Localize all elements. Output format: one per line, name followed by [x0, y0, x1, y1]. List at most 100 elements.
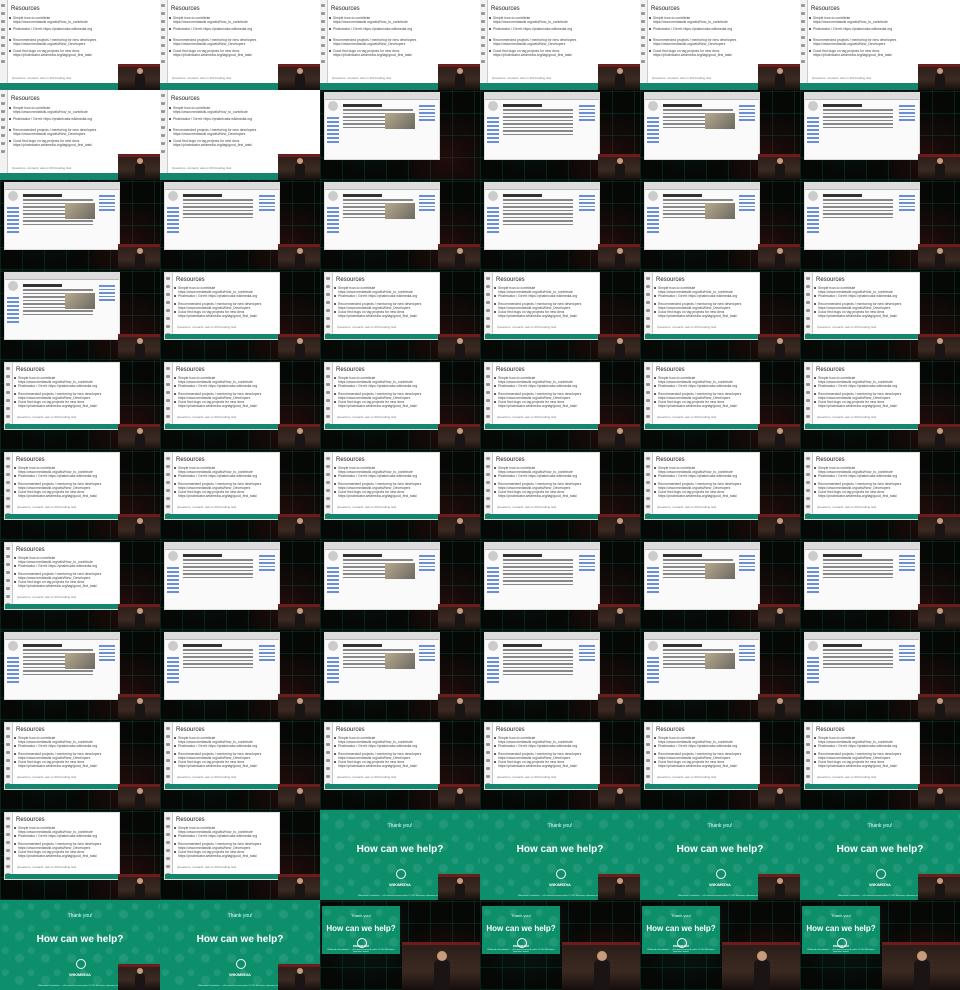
video-frame-thumbnail[interactable]	[320, 540, 480, 630]
video-frame-thumbnail[interactable]: Resources Simple how-to contribute https:…	[800, 720, 960, 810]
video-frame-thumbnail[interactable]: Resources Simple how-to contribute https:…	[0, 90, 160, 180]
presenter-figure	[775, 698, 785, 720]
video-frame-thumbnail[interactable]: Resources Simple how-to contribute https:…	[480, 0, 640, 90]
video-frame-thumbnail[interactable]	[0, 630, 160, 720]
video-frame-thumbnail[interactable]: Resources Simple how-to contribute https:…	[160, 0, 320, 90]
video-frame-thumbnail[interactable]: Resources Simple how-to contribute https:…	[0, 0, 160, 90]
slide-title: Resources	[336, 727, 365, 733]
resource-bullet: Phabricator / Gerrit: https://phabricato…	[169, 27, 268, 31]
thumb-icon	[326, 309, 330, 312]
video-frame-thumbnail[interactable]	[480, 540, 640, 630]
video-frame-thumbnail[interactable]: Resources Simple how-to contribute https:…	[800, 450, 960, 540]
video-frame-thumbnail[interactable]: Resources Simple how-to contribute https:…	[640, 450, 800, 540]
thumb-icon	[486, 309, 490, 312]
video-frame-thumbnail[interactable]: Resources Simple how-to contribute https:…	[320, 360, 480, 450]
text-line	[823, 569, 893, 571]
video-frame-thumbnail[interactable]: Resources Simple how-to contribute https:…	[800, 270, 960, 360]
video-frame-thumbnail[interactable]	[480, 180, 640, 270]
presenter-video-inset	[598, 874, 640, 900]
video-frame-thumbnail[interactable]: Resources Simple how-to contribute https:…	[320, 0, 480, 90]
resource-bullet: Phabricator / Gerrit: https://phabricato…	[334, 474, 433, 478]
video-frame-thumbnail[interactable]: Thank you! How can we help? WIKIMEDIA Wikim…	[480, 810, 640, 900]
video-frame-thumbnail[interactable]: Resources Simple how-to contribute https:…	[160, 360, 320, 450]
video-frame-thumbnail[interactable]	[160, 540, 320, 630]
video-frame-thumbnail[interactable]	[800, 540, 960, 630]
video-frame-thumbnail[interactable]: Resources Simple how-to contribute https:…	[320, 450, 480, 540]
video-frame-thumbnail[interactable]	[800, 90, 960, 180]
video-frame-thumbnail[interactable]: Thank you! How can we help? WIKIMEDIA Wikim…	[640, 810, 800, 900]
video-frame-thumbnail[interactable]: Resources Simple how-to contribute https:…	[320, 270, 480, 360]
slide-footer-text: Questions, contacts: ask on IRC/mailing …	[497, 415, 557, 419]
video-frame-thumbnail[interactable]	[800, 180, 960, 270]
video-frame-thumbnail[interactable]: Resources Simple how-to contribute https:…	[0, 810, 160, 900]
nav-link-line	[327, 673, 339, 675]
video-frame-thumbnail[interactable]: Resources Simple how-to contribute https:…	[640, 360, 800, 450]
video-frame-thumbnail[interactable]	[480, 90, 640, 180]
nav-link-line	[647, 117, 659, 119]
video-frame-thumbnail[interactable]	[480, 630, 640, 720]
video-frame-thumbnail[interactable]: Thank you! How can we help? WIKIMEDIA Wikim…	[640, 900, 800, 990]
video-frame-thumbnail[interactable]	[320, 180, 480, 270]
resource-bullet: Phabricator / Gerrit: https://phabricato…	[174, 384, 273, 388]
link-line	[579, 655, 595, 657]
video-frame-thumbnail[interactable]	[640, 90, 800, 180]
browser-screenshot-slide	[164, 182, 280, 250]
video-frame-thumbnail[interactable]: Resources Simple how-to contribute https:…	[480, 720, 640, 810]
video-frame-thumbnail[interactable]: Thank you! How can we help? WIKIMEDIA Wikim…	[320, 900, 480, 990]
video-frame-thumbnail[interactable]: Resources Simple how-to contribute https:…	[800, 0, 960, 90]
video-frame-thumbnail[interactable]	[320, 630, 480, 720]
slide-title: Resources	[816, 277, 845, 283]
video-frame-thumbnail[interactable]: Resources Simple how-to contribute https:…	[0, 540, 160, 630]
text-line	[183, 663, 253, 665]
video-frame-thumbnail[interactable]	[640, 180, 800, 270]
thumb-icon	[166, 293, 170, 296]
link-line	[739, 648, 755, 650]
video-frame-thumbnail[interactable]: Resources Simple how-to contribute https:…	[640, 0, 800, 90]
video-frame-thumbnail[interactable]: Resources Simple how-to contribute https:…	[160, 810, 320, 900]
video-frame-thumbnail[interactable]	[160, 180, 320, 270]
thumb-icon	[6, 579, 10, 582]
nav-link-line	[647, 657, 659, 659]
video-frame-thumbnail[interactable]: Resources Simple how-to contribute https:…	[480, 270, 640, 360]
nav-link-line	[647, 571, 659, 573]
resource-bullet: Simple how-to contribute https://www.med…	[334, 376, 433, 384]
video-frame-thumbnail[interactable]: Resources Simple how-to contribute https:…	[640, 270, 800, 360]
video-frame-thumbnail[interactable]: Resources Simple how-to contribute https:…	[480, 360, 640, 450]
presenter-figure	[935, 338, 945, 360]
video-frame-thumbnail[interactable]: Resources Simple how-to contribute https:…	[160, 270, 320, 360]
link-line	[739, 119, 755, 121]
stage-light	[278, 784, 320, 787]
resource-bullet: Good first bugs on tag projects for new …	[654, 400, 753, 408]
slide-title: Resources	[16, 817, 45, 823]
video-frame-thumbnail[interactable]	[640, 630, 800, 720]
video-frame-thumbnail[interactable]: Resources Simple how-to contribute https:…	[320, 720, 480, 810]
resource-bullet: Phabricator / Gerrit: https://phabricato…	[654, 294, 753, 298]
how-can-we-help-text: How can we help?	[326, 924, 396, 934]
video-frame-thumbnail[interactable]: Thank you! How can we help? WIKIMEDIA Wikim…	[320, 810, 480, 900]
video-frame-thumbnail[interactable]: Thank you! How can we help? WIKIMEDIA Wikim…	[800, 900, 960, 990]
video-frame-thumbnail[interactable]: Resources Simple how-to contribute https:…	[160, 450, 320, 540]
video-frame-thumbnail[interactable]: Thank you! How can we help? WIKIMEDIA Wikim…	[0, 900, 160, 990]
resource-bullet: Recommended projects / mentoring for new…	[814, 752, 913, 760]
video-frame-thumbnail[interactable]	[0, 270, 160, 360]
video-frame-thumbnail[interactable]: Thank you! How can we help? WIKIMEDIA Wikim…	[160, 900, 320, 990]
thumb-icon	[641, 20, 645, 23]
video-frame-thumbnail[interactable]: Resources Simple how-to contribute https:…	[0, 450, 160, 540]
video-frame-thumbnail[interactable]	[800, 630, 960, 720]
right-links	[739, 193, 755, 213]
video-frame-thumbnail[interactable]: Resources Simple how-to contribute https:…	[480, 450, 640, 540]
video-frame-thumbnail[interactable]: Resources Simple how-to contribute https:…	[0, 360, 160, 450]
nav-link-line	[327, 141, 339, 143]
video-frame-thumbnail[interactable]: Resources Simple how-to contribute https:…	[160, 720, 320, 810]
video-frame-thumbnail[interactable]	[640, 540, 800, 630]
video-frame-thumbnail[interactable]: Thank you! How can we help? WIKIMEDIA Wikim…	[480, 900, 640, 990]
video-frame-thumbnail[interactable]: Resources Simple how-to contribute https:…	[800, 360, 960, 450]
video-frame-thumbnail[interactable]: Resources Simple how-to contribute https:…	[640, 720, 800, 810]
video-frame-thumbnail[interactable]	[160, 630, 320, 720]
video-frame-thumbnail[interactable]	[320, 90, 480, 180]
thumb-icon	[481, 60, 485, 63]
video-frame-thumbnail[interactable]: Resources Simple how-to contribute https:…	[0, 720, 160, 810]
video-frame-thumbnail[interactable]: Resources Simple how-to contribute https:…	[160, 90, 320, 180]
video-frame-thumbnail[interactable]: Thank you! How can we help? WIKIMEDIA Wikim…	[800, 810, 960, 900]
video-frame-thumbnail[interactable]	[0, 180, 160, 270]
